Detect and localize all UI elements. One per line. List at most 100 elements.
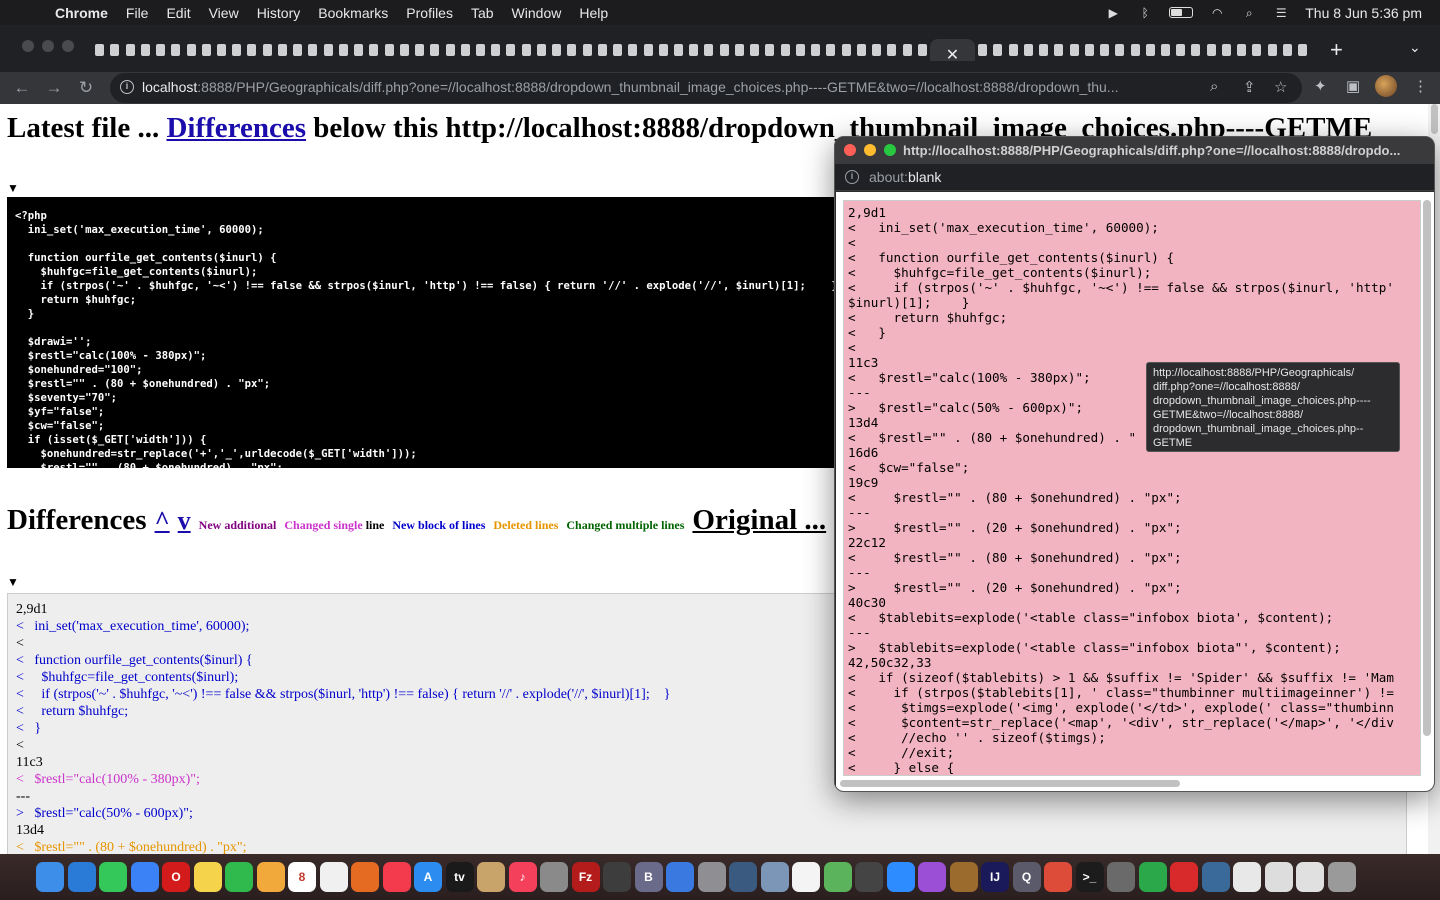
browser-tab[interactable]	[823, 43, 838, 57]
browser-tab[interactable]	[183, 43, 198, 57]
details-toggle-1[interactable]: ▼	[7, 181, 19, 196]
menu-edit[interactable]: Edit	[157, 5, 199, 21]
browser-tab[interactable]	[1234, 43, 1249, 57]
browser-tab[interactable]	[838, 43, 853, 57]
menu-history[interactable]: History	[248, 5, 310, 21]
battery-icon[interactable]	[1169, 7, 1194, 18]
scroll-up-link[interactable]: ^	[155, 506, 170, 536]
calculator-icon[interactable]	[603, 862, 631, 892]
browser-tab[interactable]	[1143, 43, 1158, 57]
popup-url[interactable]: about:blank	[869, 169, 941, 185]
browser-tab[interactable]	[990, 43, 1005, 57]
launchpad-icon[interactable]	[540, 862, 568, 892]
music-icon[interactable]: ♪	[508, 862, 537, 892]
xcode-icon[interactable]	[666, 862, 694, 892]
browser-tab[interactable]	[1295, 43, 1310, 57]
menu-bookmarks[interactable]: Bookmarks	[309, 5, 397, 21]
side-panel-icon[interactable]: ▣	[1346, 77, 1360, 95]
podcasts-icon[interactable]	[918, 862, 946, 892]
browser-tab[interactable]	[732, 43, 747, 57]
popup-close-button[interactable]	[844, 144, 856, 156]
popup-horizontal-scrollbar[interactable]	[840, 780, 1180, 787]
browser-tab[interactable]	[442, 43, 457, 57]
mysql-workbench-icon[interactable]	[729, 862, 757, 892]
back-icon[interactable]: ←	[10, 76, 34, 100]
browser-tab[interactable]	[640, 43, 655, 57]
browser-tab[interactable]	[671, 43, 686, 57]
maps-icon[interactable]	[823, 862, 852, 892]
profile-avatar[interactable]	[1375, 75, 1397, 97]
browser-tab[interactable]	[564, 43, 579, 57]
menu-view[interactable]: View	[200, 5, 248, 21]
browser-tab[interactable]	[1219, 43, 1234, 57]
browser-tab[interactable]	[138, 43, 153, 57]
browser-tab[interactable]	[519, 43, 534, 57]
browser-tab[interactable]	[107, 43, 122, 57]
browser-tab[interactable]	[793, 43, 808, 57]
browser-tab[interactable]	[549, 43, 564, 57]
site-info-icon[interactable]: i	[120, 80, 134, 94]
photos-icon[interactable]	[256, 862, 285, 892]
firefox-icon[interactable]	[351, 862, 379, 892]
browser-tab[interactable]	[625, 43, 640, 57]
popup-minimize-button[interactable]	[864, 144, 876, 156]
browser-tab[interactable]	[747, 43, 762, 57]
notes-icon[interactable]	[193, 862, 222, 892]
menu-file[interactable]: File	[117, 5, 158, 21]
browser-tab[interactable]	[260, 43, 275, 57]
browser-tab[interactable]	[656, 43, 671, 57]
browser-tab[interactable]	[351, 43, 366, 57]
browser-tab[interactable]	[595, 43, 610, 57]
share-icon[interactable]: ⇪	[1243, 78, 1256, 96]
browser-tab[interactable]	[473, 43, 488, 57]
browser-tab[interactable]	[1067, 43, 1082, 57]
window-zoom-button[interactable]	[62, 40, 74, 52]
browser-tab[interactable]	[534, 43, 549, 57]
browser-tab[interactable]	[610, 43, 625, 57]
script-editor-icon[interactable]	[1233, 862, 1261, 892]
browser-tab[interactable]	[488, 43, 503, 57]
filezilla-icon[interactable]: Fz	[571, 862, 600, 892]
browser-tab[interactable]	[153, 43, 168, 57]
popup-titlebar[interactable]: http://localhost:8888/PHP/Geographicals/…	[835, 137, 1434, 164]
gimp-icon[interactable]	[1107, 862, 1135, 892]
finder-icon[interactable]	[36, 862, 64, 892]
downloads-icon[interactable]	[1296, 862, 1324, 892]
textedit-icon[interactable]	[792, 862, 820, 892]
documents-icon[interactable]	[1264, 862, 1293, 892]
browser-tab[interactable]	[305, 43, 320, 57]
popup-zoom-button[interactable]	[884, 144, 896, 156]
browser-tab[interactable]	[1265, 43, 1280, 57]
browser-tab[interactable]	[884, 43, 899, 57]
browser-tab[interactable]	[1097, 43, 1112, 57]
news-icon[interactable]	[382, 862, 411, 892]
bookmark-star-icon[interactable]: ☆	[1274, 78, 1287, 96]
active-tab[interactable]: ✕	[929, 39, 976, 61]
details-toggle-2[interactable]: ▼	[7, 575, 19, 590]
acrobat-icon[interactable]	[1170, 862, 1198, 892]
terminal-icon[interactable]: >_	[1075, 862, 1104, 892]
browser-tab[interactable]	[1173, 43, 1188, 57]
wifi-icon[interactable]: ◠	[1209, 7, 1225, 19]
new-tab-button[interactable]: +	[1330, 37, 1343, 63]
facetime-icon[interactable]	[225, 862, 253, 892]
browser-tab[interactable]	[1021, 43, 1036, 57]
menu-app-name[interactable]: Chrome	[46, 5, 117, 21]
browser-tab[interactable]	[701, 43, 716, 57]
quicktime-icon[interactable]: Q	[1012, 862, 1041, 892]
preview-icon[interactable]	[760, 862, 789, 892]
browser-tab[interactable]	[975, 43, 990, 57]
browser-tab[interactable]	[1158, 43, 1173, 57]
browser-tab[interactable]	[899, 43, 914, 57]
browser-tab[interactable]	[1249, 43, 1264, 57]
chrome-icon[interactable]	[1044, 862, 1072, 892]
spotlight-icon[interactable]: ⌕	[1241, 7, 1257, 19]
popup-info-icon[interactable]: i	[845, 170, 859, 184]
menu-profiles[interactable]: Profiles	[397, 5, 462, 21]
zoom-icon[interactable]	[886, 862, 915, 892]
apple-tv-icon[interactable]: tv	[445, 862, 474, 892]
address-url[interactable]: localhost:8888/PHP/Geographicals/diff.ph…	[142, 79, 1202, 95]
browser-tab[interactable]	[366, 43, 381, 57]
browser-tab[interactable]	[122, 43, 137, 57]
clock[interactable]: Thu 8 Jun 5:36 pm	[1305, 5, 1422, 21]
